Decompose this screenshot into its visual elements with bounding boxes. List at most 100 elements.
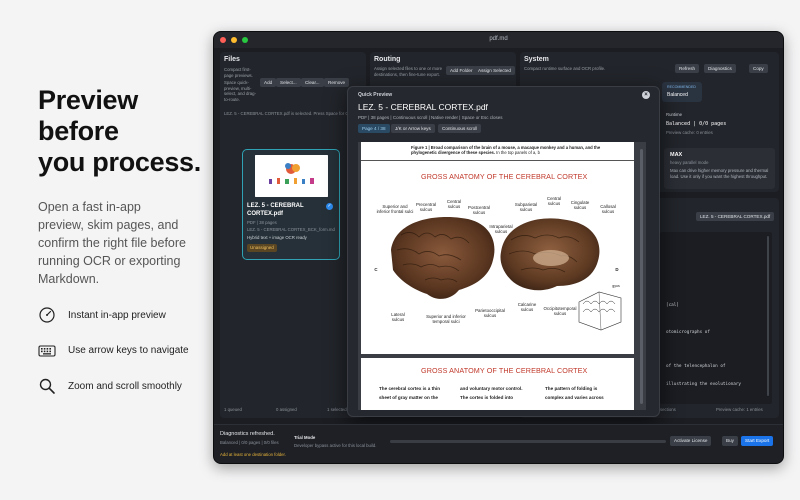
- label-precentral-sulcus: Precentral sulcus: [415, 202, 436, 213]
- max-description: Max can drive higher memory pressure and…: [670, 168, 769, 179]
- label-lateral-sulcus: Lateral sulcus: [391, 312, 405, 323]
- viewer-scrollbar[interactable]: [640, 149, 643, 404]
- body-line: and voluntary motor control.: [460, 386, 523, 391]
- panel-label-d: D: [615, 267, 619, 272]
- select-button[interactable]: Select...: [276, 78, 301, 87]
- file-card[interactable]: LEZ. 5 - CEREBRAL CORTEX.pdf ✓ PDF | 38 …: [242, 149, 340, 260]
- status-text: Diagnostics refreshed.: [220, 431, 275, 437]
- refresh-button[interactable]: Refresh: [675, 64, 700, 73]
- label-occipitotemporal-sulcus: Occipitotemporal sulcus: [543, 306, 577, 317]
- feature-item: Instant in-app preview: [38, 304, 189, 326]
- label-calcarine-sulcus: Calcarine sulcus: [517, 302, 537, 313]
- document-viewer[interactable]: Figure 1 | Broad comparison of the brain…: [358, 142, 646, 410]
- document-page: Figure 1 | Broad comparison of the brain…: [361, 142, 634, 354]
- start-export-button[interactable]: Start Export: [741, 436, 774, 446]
- marketing-page: Preview before you process. Open a fast …: [0, 0, 800, 500]
- status-badge: Unassigned: [247, 244, 277, 252]
- window-titlebar: pdf.md: [214, 32, 783, 48]
- feature-item: Zoom and scroll smoothly: [38, 375, 189, 397]
- figure-caption-rest: In the top panels of a, b: [495, 150, 540, 156]
- label-parietooccipital-sulcus: Parietooccipital sulcus: [475, 308, 505, 319]
- file-name: LEZ. 5 - CEREBRAL CORTEX.pdf: [247, 203, 304, 217]
- add-folder-button[interactable]: Add Folder: [446, 66, 477, 75]
- quick-preview-modal: Quick Preview × LEZ. 5 - CEREBRAL CORTEX…: [347, 86, 660, 417]
- trial-subtitle: Developer bypass active for this local b…: [294, 443, 377, 448]
- runtime-value: Balanced | 0/0 pages: [666, 121, 727, 127]
- label-callosal-sulcus: Callosal sulcus: [600, 204, 616, 215]
- status-sub: Balanced | 0/0 pages | 0/0 files: [220, 440, 279, 445]
- document-page: GROSS ANATOMY OF THE CEREBRAL CORTEX The…: [361, 358, 634, 410]
- label-central-sulcus: Central sulcus: [446, 199, 462, 210]
- body-line: sheet of gray matter on the: [379, 395, 438, 400]
- hero-title: Preview before you process.: [38, 85, 208, 178]
- label-temporal-sulci: Superior and inferior temporal sulci: [426, 314, 466, 325]
- markdown-preview: [cal] otomicrographs of of the telenceph…: [660, 232, 772, 404]
- files-subtitle: Compact first-page previews.: [224, 67, 253, 78]
- divider: [361, 160, 634, 161]
- body-column-3: The pattern of folding is complex and var…: [545, 384, 604, 402]
- gauge-icon: [38, 306, 56, 324]
- buy-button[interactable]: Buy: [722, 436, 738, 446]
- copy-button[interactable]: Copy: [749, 64, 768, 73]
- slice-diagram: [578, 291, 622, 331]
- add-button[interactable]: Add: [260, 78, 277, 87]
- clear-button[interactable]: Clear...: [301, 78, 324, 87]
- close-icon[interactable]: ×: [642, 91, 650, 99]
- markdown-scrollbar[interactable]: [767, 236, 769, 396]
- diagnostics-button[interactable]: Diagnostics: [704, 64, 736, 73]
- routing-subtitle: Assign selected files to one or more des…: [374, 66, 443, 77]
- code-line: of the telencephalon of: [666, 364, 726, 369]
- page-heading: GROSS ANATOMY OF THE CEREBRAL CORTEX: [421, 366, 588, 375]
- label-subparietal-sulcus: Subparietal sulcus: [514, 202, 538, 213]
- brain-lateral-view: [391, 217, 495, 299]
- recommended-profile[interactable]: RECOMMENDED Balanced: [662, 82, 702, 102]
- file-detail: Hybrid text + image OCR ready: [247, 235, 307, 240]
- preview-meta: PDF | 38 pages | Continuous scroll | Nat…: [358, 115, 503, 120]
- label-frontal-sulci: Superior and inferior frontal sulci: [376, 204, 414, 215]
- assigned-count: 0 assigned: [276, 407, 297, 412]
- page-indicator-chip[interactable]: Page 4 / 38: [358, 124, 390, 133]
- activate-license-button[interactable]: Activate License: [670, 436, 712, 446]
- label-gyrus: gyus: [612, 284, 620, 288]
- files-hint: Space quick-preview, multi-select, and d…: [224, 80, 257, 102]
- navigation-hint-chip[interactable]: J/K or Arrow keys: [391, 124, 435, 133]
- scroll-mode-chip[interactable]: Continuous scroll: [438, 124, 482, 133]
- hero-lede: Open a fast in-app preview, skim pages, …: [38, 200, 186, 286]
- feature-item: Use arrow keys to navigate: [38, 340, 189, 362]
- queued-count: 1 queued: [224, 407, 242, 412]
- window-title: pdf.md: [489, 36, 508, 42]
- runtime-label: Runtime: [666, 112, 683, 117]
- assign-selected-button[interactable]: Assign Selected: [474, 66, 515, 75]
- label-intraparietal-sulcus: Intraparietal sulcus: [489, 224, 513, 235]
- preview-title: LEZ. 5 - CEREBRAL CORTEX.pdf: [358, 102, 488, 112]
- panel-label-c: C: [374, 267, 378, 272]
- trial-title: Trial Mode: [294, 435, 316, 440]
- code-line: otomicrographs of: [666, 330, 710, 335]
- selected-count: 1 selected: [327, 407, 347, 412]
- body-column-2: and voluntary motor control. The cortex i…: [460, 384, 523, 402]
- body-line: The pattern of folding is: [545, 386, 598, 391]
- bottom-bar: Diagnostics refreshed. Balanced | 0/0 pa…: [214, 424, 783, 463]
- recommended-value: Balanced: [667, 92, 688, 98]
- file-thumbnail: [255, 155, 328, 197]
- label-cingulate-sulcus: Cingulate sulcus: [570, 200, 590, 211]
- magnifier-icon: [38, 377, 56, 395]
- figure-heading: GROSS ANATOMY OF THE CEREBRAL CORTEX: [421, 172, 588, 181]
- routing-title: Routing: [374, 56, 401, 63]
- max-profile-card[interactable]: MAX heavy parallel mode Max can drive hi…: [664, 148, 775, 189]
- max-title: MAX: [670, 152, 683, 158]
- checkmark-icon: ✓: [326, 203, 333, 210]
- files-panel: Files Compact first-page previews. Space…: [220, 52, 366, 418]
- sections-label: sections: [660, 407, 676, 412]
- selected-file-chip[interactable]: LEZ. 5 - CEREBRAL CORTEX.pdf: [696, 212, 775, 221]
- figure-caption: Figure 1 | Broad comparison of the brain…: [411, 145, 601, 155]
- body-column-1: The cerebral cortex is a thin sheet of gr…: [379, 384, 440, 402]
- selected-note: LEZ. 5 - CEREBRAL CORTEX.pdf is selected…: [224, 111, 364, 116]
- files-title: Files: [224, 56, 240, 63]
- hero: Preview before you process. Open a fast …: [38, 85, 208, 288]
- feature-label: Zoom and scroll smoothly: [68, 380, 182, 392]
- thumbnail-illustration: [255, 155, 328, 197]
- feature-label: Use arrow keys to navigate: [68, 345, 189, 356]
- code-line: illustrating the evolutionary: [666, 382, 742, 387]
- remove-button[interactable]: Remove: [324, 78, 350, 87]
